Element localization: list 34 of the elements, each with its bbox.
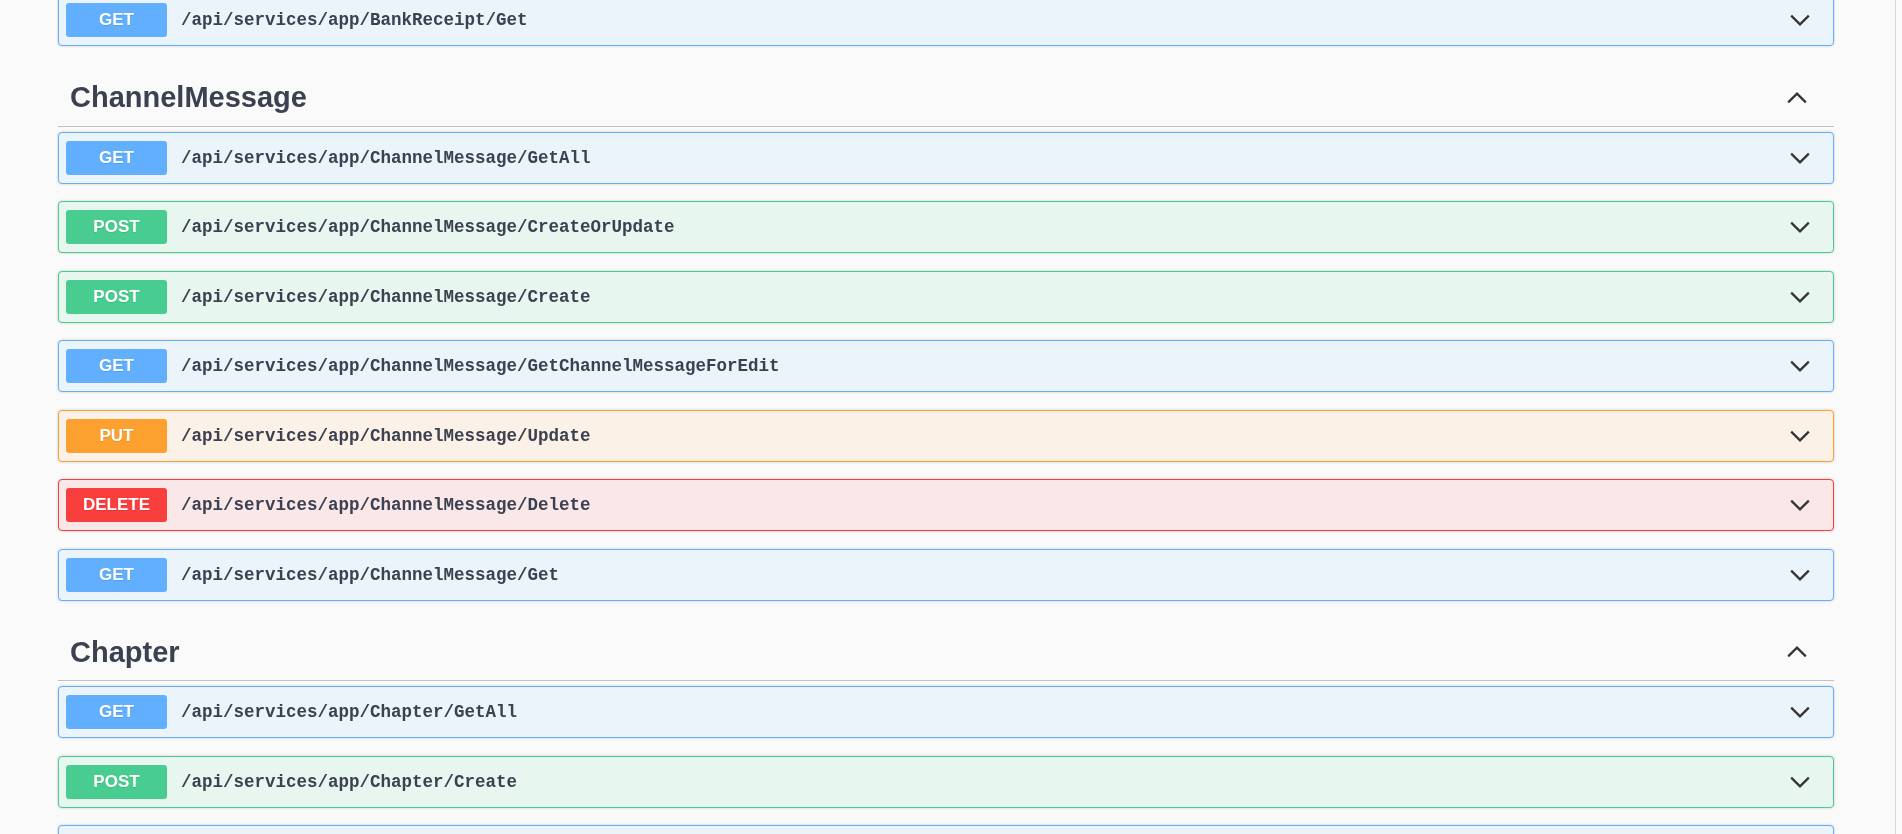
section-header[interactable]: ChannelMessage [58, 63, 1834, 127]
method-badge: POST [66, 279, 167, 314]
endpoint-path: /api/services/app/Chapter/Create [181, 771, 519, 792]
section-title: Chapter [70, 635, 181, 669]
operation-row[interactable]: DELETE /api/services/app/ChannelMessage/Delete [58, 479, 1834, 531]
method-badge: GET [66, 140, 167, 175]
endpoint-path: /api/services/app/Chapter/GetAll [181, 702, 519, 722]
method-badge: GET [66, 557, 167, 592]
operation-row[interactable]: POST /api/services/app/Chapter/Create [58, 755, 1834, 808]
method-badge: POST [66, 210, 167, 244]
section-title: ChannelMessage [70, 81, 308, 114]
endpoint-path: /api/services/app/ChannelMessage/Get [181, 564, 561, 585]
method-badge: GET [66, 3, 167, 37]
operation-row[interactable]: GET /api/services/app/ChannelMessage/Get [58, 548, 1834, 601]
operation-row[interactable]: POST /api/services/app/ChannelMessage/Create [58, 270, 1834, 323]
operation-row[interactable]: GET /api/services/app/ChannelMessage/GetAll [58, 131, 1834, 184]
endpoint-path: /api/services/app/ChannelMessage/CreateOrUpdate [181, 217, 676, 237]
operation-row[interactable]: GET /api/services/app/BankReceipt/Get [58, 0, 1834, 46]
endpoint-path: /api/services/app/ChannelMessage/Update [181, 425, 592, 446]
operation-row[interactable]: POST /api/services/app/ChannelMessage/CreateOrUpdate [58, 201, 1834, 253]
method-badge: DELETE [66, 488, 167, 522]
method-badge: POST [66, 764, 167, 799]
endpoint-path: /api/services/app/ChannelMessage/GetAll [181, 147, 592, 168]
endpoint-path: /api/services/app/ChannelMessage/Create [181, 286, 592, 307]
operation-row[interactable]: GET /api/services/app/Chapter/GetAll [58, 686, 1834, 738]
section-header[interactable]: Chapter [58, 618, 1834, 681]
endpoint-path: /api/services/app/BankReceipt/Get [181, 10, 529, 30]
endpoint-path: /api/services/app/ChannelMessage/GetChannelMessageForEdit [181, 356, 781, 376]
operation-row[interactable]: GET /api/services/app/ChannelMessage/GetChannelMessageForEdit [58, 340, 1834, 392]
endpoint-path: /api/services/app/ChannelMessage/Delete [181, 495, 592, 515]
method-badge: GET [66, 695, 167, 729]
operation-row[interactable]: PUT /api/services/app/ChannelMessage/Update [58, 409, 1834, 462]
method-badge: GET [66, 349, 167, 383]
method-badge: PUT [66, 418, 167, 453]
